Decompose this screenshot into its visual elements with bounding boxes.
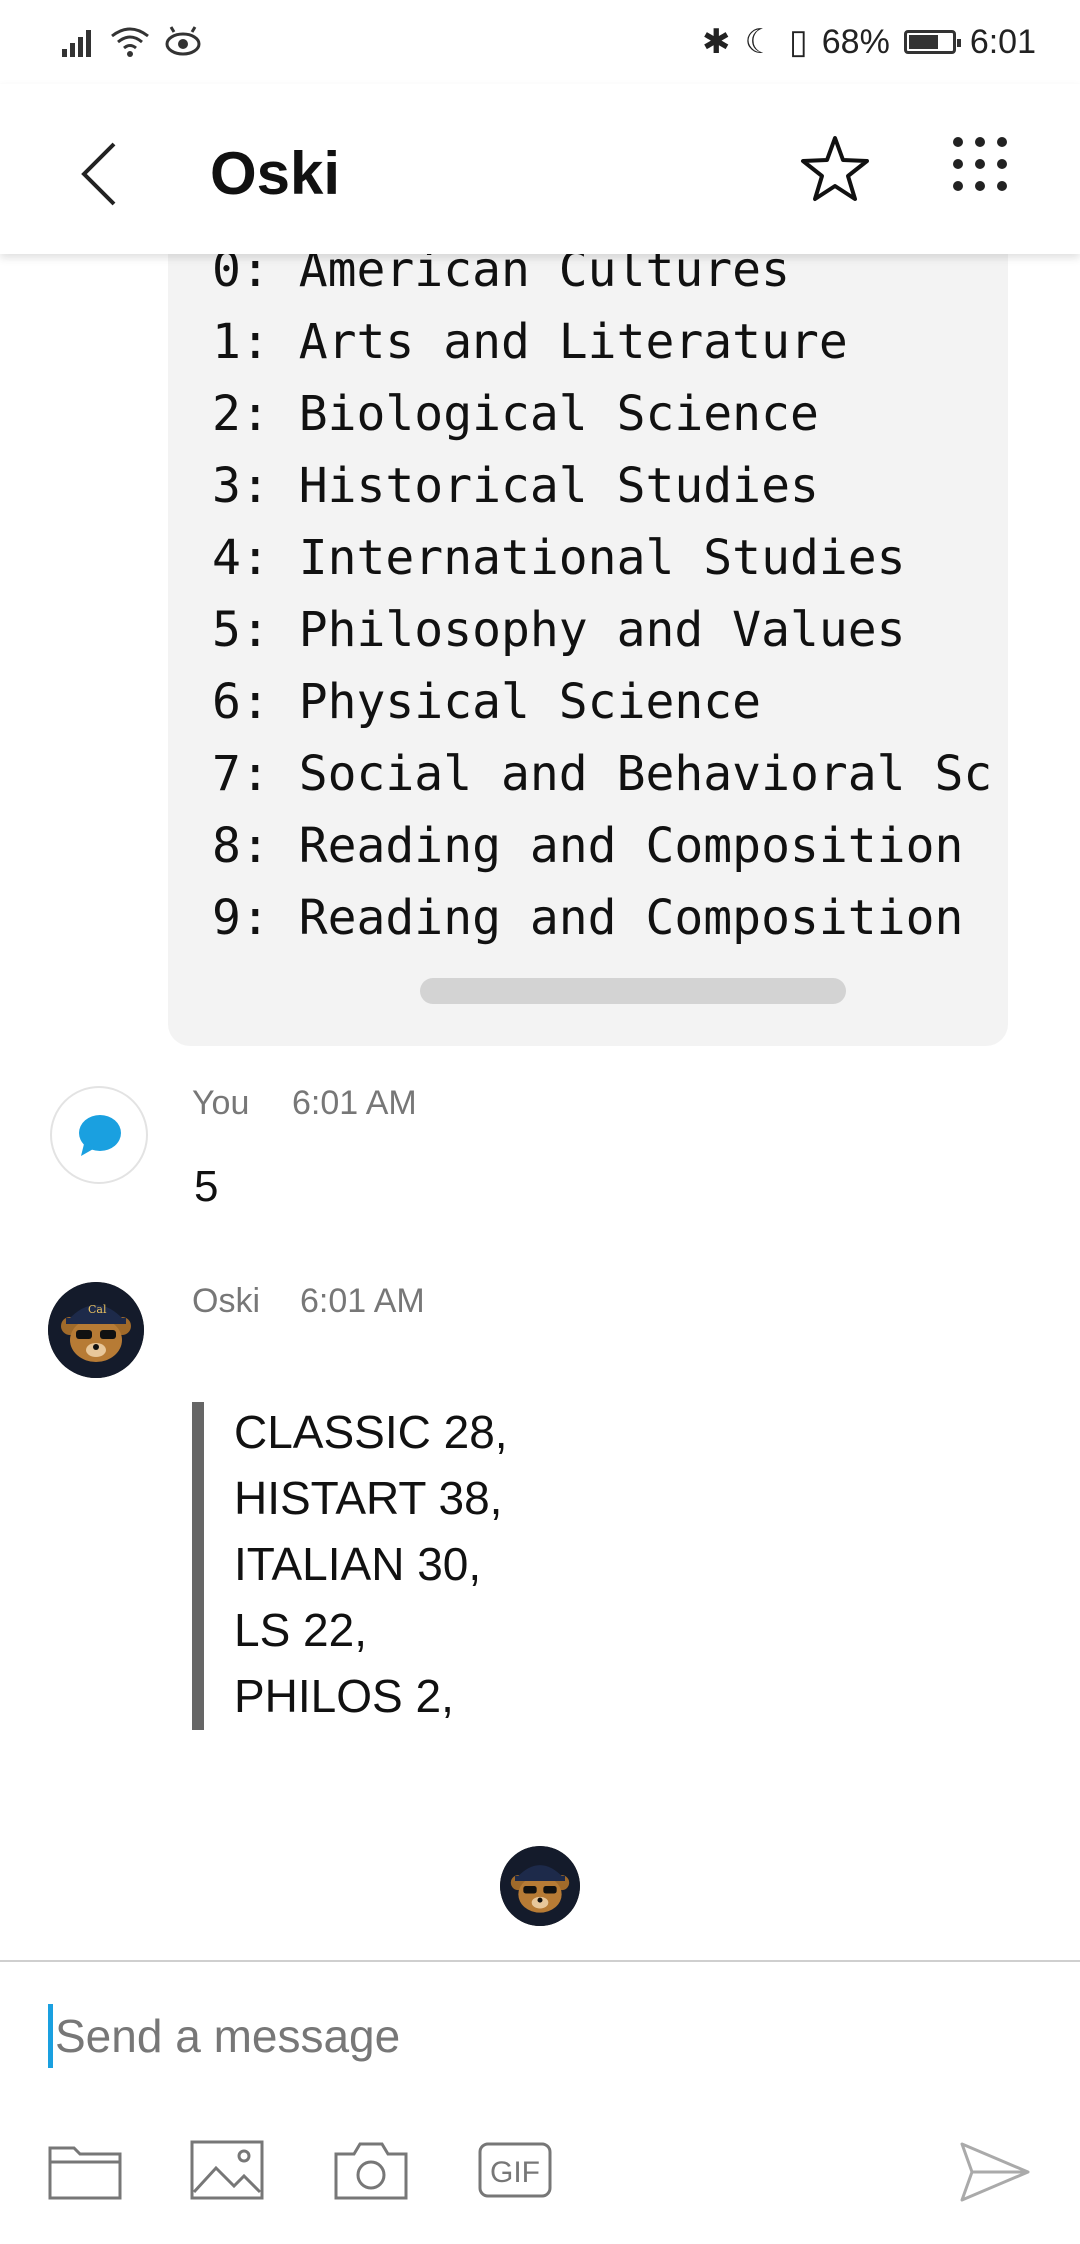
battery-icon <box>903 30 961 54</box>
image-icon <box>190 2140 264 2200</box>
code-line: 2: Biological Science <box>212 386 819 442</box>
bear-mascot-icon: Cal <box>48 1282 144 1378</box>
quote-line: LS 22, <box>234 1604 367 1656</box>
quote-block: CLASSIC 28, HISTART 38, ITALIAN 30, LS 2… <box>192 1402 792 1730</box>
text-caret <box>48 2004 53 2068</box>
code-block[interactable]: 0: American Cultures 1: Arts and Literat… <box>168 200 1008 1046</box>
message-text: 5 <box>194 1162 219 1211</box>
moon-icon: ☾ <box>744 23 776 61</box>
attach-file-button[interactable] <box>48 2140 128 2204</box>
quote-line: ITALIAN 30, <box>234 1538 482 1590</box>
status-right: ✱ ☾ ▯ 68% 6:01 <box>702 22 1036 62</box>
composer-divider <box>0 1960 1080 1962</box>
code-line: 1: Arts and Literature <box>212 314 848 370</box>
code-line: 4: International Studies <box>212 530 906 586</box>
apps-menu-button[interactable] <box>950 134 1020 214</box>
typing-indicator-avatar <box>500 1846 580 1926</box>
svg-text:Cal: Cal <box>88 1303 107 1316</box>
vibrate-icon: ▯ <box>789 23 808 61</box>
status-bar: ✱ ☾ ▯ 68% 6:01 <box>0 0 1080 84</box>
back-button[interactable] <box>60 134 140 214</box>
code-line: 6: Physical Science <box>212 674 762 730</box>
camera-icon <box>334 2142 408 2200</box>
send-icon <box>960 2142 1030 2202</box>
code-line: 3: Historical Studies <box>212 458 819 514</box>
message-placeholder: Send a message <box>55 2010 401 2062</box>
star-icon <box>801 136 869 201</box>
send-button[interactable] <box>958 2140 1032 2204</box>
gif-icon: GIF <box>478 2142 552 2198</box>
signal-icon <box>62 30 91 57</box>
page-title: Oski <box>210 140 341 207</box>
quote-line: PHILOS 2, <box>234 1670 454 1722</box>
eye-comfort-icon <box>165 26 201 56</box>
favorite-button[interactable] <box>800 134 880 214</box>
status-time: 6:01 <box>969 22 1036 61</box>
chevron-left-icon <box>81 142 116 206</box>
quote-line: CLASSIC 28, <box>234 1406 508 1458</box>
quote-line: HISTART 38, <box>234 1472 503 1524</box>
code-line: 9: Reading and Composition <box>212 890 964 946</box>
user-avatar[interactable] <box>50 1086 148 1184</box>
code-line: 8: Reading and Composition <box>212 818 964 874</box>
code-line: 7: Social and Behavioral Sc <box>212 746 993 802</box>
message-time: 6:01 AM <box>300 1282 425 1320</box>
wifi-icon <box>111 27 149 57</box>
camera-button[interactable] <box>334 2140 414 2204</box>
message-sender: You <box>192 1084 250 1122</box>
chat-bubble-icon <box>79 1115 121 1156</box>
gif-label: GIF <box>490 2156 540 2189</box>
oski-avatar[interactable]: Cal <box>48 1282 144 1378</box>
bear-mascot-icon <box>500 1846 580 1926</box>
status-left <box>62 26 202 58</box>
message-sender: Oski <box>192 1282 260 1320</box>
bluetooth-icon: ✱ <box>702 23 731 61</box>
grid-menu-icon <box>953 137 1007 191</box>
gif-button[interactable]: GIF <box>478 2140 558 2204</box>
battery-percent: 68% <box>821 22 890 61</box>
code-line: 5: Philosophy and Values <box>212 602 906 658</box>
attach-image-button[interactable] <box>190 2140 270 2204</box>
chat-header: Oski <box>0 84 1080 254</box>
folder-icon <box>48 2146 122 2200</box>
message-input[interactable]: Send a message <box>48 1996 1028 2076</box>
message-time: 6:01 AM <box>292 1084 417 1122</box>
horizontal-scrollbar[interactable] <box>420 978 846 1004</box>
